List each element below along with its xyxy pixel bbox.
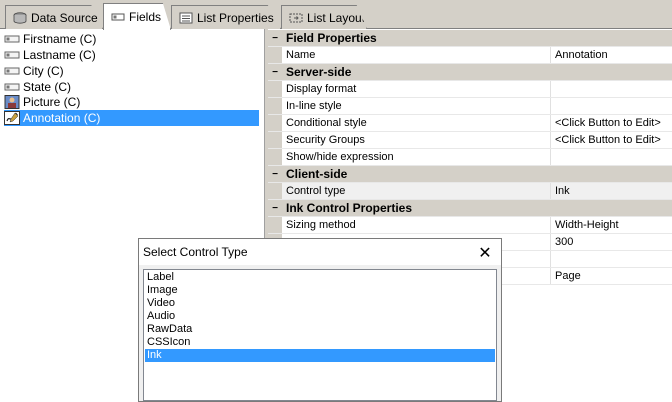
property-name: Display format [282, 81, 551, 97]
field-item-city[interactable]: City (C) [4, 63, 64, 79]
property-value[interactable] [551, 98, 672, 114]
tab-list-properties[interactable]: List Properties [171, 5, 281, 29]
collapse-toggle[interactable]: − [268, 30, 282, 46]
list-item-cssicon[interactable]: CSSIcon [145, 336, 495, 349]
dialog-body: Label Image Video Audio RawData CSSIcon … [139, 265, 501, 401]
tab-label: Fields [129, 10, 162, 24]
database-icon [13, 11, 27, 24]
property-value[interactable]: Width-Height [551, 217, 672, 233]
text-field-icon [4, 80, 20, 94]
field-item-picture[interactable]: Picture (C) [4, 94, 80, 110]
fields-icon [111, 11, 125, 23]
close-icon[interactable]: ✕ [475, 242, 495, 262]
category-label: Field Properties [286, 31, 377, 45]
control-type-listbox[interactable]: Label Image Video Audio RawData CSSIcon … [143, 269, 497, 401]
list-item-ink[interactable]: Ink [145, 349, 495, 362]
field-label: Firstname (C) [23, 32, 97, 46]
dialog-title: Select Control Type [143, 245, 248, 259]
list-item-video[interactable]: Video [145, 297, 495, 310]
collapse-toggle[interactable]: − [268, 64, 282, 80]
property-row-security-groups[interactable]: Security Groups <Click Button to Edit> [268, 132, 672, 149]
ink-field-icon [4, 111, 20, 125]
field-item-annotation[interactable]: Annotation (C) [4, 110, 259, 126]
tab-label: List Properties [197, 10, 274, 25]
property-value[interactable] [551, 251, 672, 267]
tab-label: Data Source [31, 10, 98, 25]
picture-field-icon [4, 95, 20, 109]
property-value[interactable]: <Click Button to Edit> [551, 115, 672, 131]
properties-icon [179, 12, 193, 24]
field-item-lastname[interactable]: Lastname (C) [4, 47, 96, 63]
collapse-toggle[interactable]: − [268, 166, 282, 182]
collapse-toggle[interactable]: − [268, 200, 282, 216]
category-label: Server-side [286, 65, 352, 79]
tab-fields[interactable]: Fields [103, 3, 171, 30]
list-item-image[interactable]: Image [145, 284, 495, 297]
property-row-show-hide-expression[interactable]: Show/hide expression [268, 149, 672, 166]
field-label: City (C) [23, 64, 64, 78]
text-field-icon [4, 48, 20, 62]
field-item-firstname[interactable]: Firstname (C) [4, 31, 96, 47]
property-name: Name [282, 47, 551, 63]
field-label: Lastname (C) [23, 48, 96, 62]
field-label: Annotation (C) [23, 111, 101, 125]
property-name: Sizing method [282, 217, 551, 233]
list-item-audio[interactable]: Audio [145, 310, 495, 323]
property-row-control-type[interactable]: Control type Ink [268, 183, 672, 200]
tab-strip: Data Source Fields List Properties List … [0, 0, 672, 30]
property-value[interactable]: Page [551, 268, 672, 284]
property-value[interactable]: 300 [551, 234, 672, 250]
property-value[interactable]: Ink [551, 183, 672, 199]
property-value[interactable] [551, 149, 672, 165]
property-row-sizing-method[interactable]: Sizing method Width-Height [268, 217, 672, 234]
property-value[interactable]: Annotation [551, 47, 672, 63]
category-field-properties[interactable]: − Field Properties [268, 30, 672, 47]
property-name: Show/hide expression [282, 149, 551, 165]
field-label: State (C) [23, 80, 72, 94]
layout-icon [289, 12, 303, 24]
field-item-state[interactable]: State (C) [4, 79, 71, 95]
list-item-rawdata[interactable]: RawData [145, 323, 495, 336]
property-row-conditional-style[interactable]: Conditional style <Click Button to Edit> [268, 115, 672, 132]
property-row-inline-style[interactable]: In-line style [268, 98, 672, 115]
tab-label: List Layout [307, 10, 366, 25]
select-control-type-dialog: Select Control Type ✕ Label Image Video … [138, 238, 502, 402]
property-name: Conditional style [282, 115, 551, 131]
category-label: Ink Control Properties [286, 201, 413, 215]
category-label: Client-side [286, 167, 348, 181]
category-server-side[interactable]: − Server-side [268, 64, 672, 81]
field-label: Picture (C) [23, 95, 81, 109]
property-name: Security Groups [282, 132, 551, 148]
category-client-side[interactable]: − Client-side [268, 166, 672, 183]
text-field-icon [4, 64, 20, 78]
category-ink-control-properties[interactable]: − Ink Control Properties [268, 200, 672, 217]
property-name: In-line style [282, 98, 551, 114]
property-row-display-format[interactable]: Display format [268, 81, 672, 98]
property-row-name[interactable]: Name Annotation [268, 47, 672, 64]
tab-data-source[interactable]: Data Source [5, 5, 103, 29]
list-item-label[interactable]: Label [145, 271, 495, 284]
property-value[interactable]: <Click Button to Edit> [551, 132, 672, 148]
tab-list-layout[interactable]: List Layout [281, 5, 367, 29]
text-field-icon [4, 32, 20, 46]
property-name: Control type [282, 183, 551, 199]
property-value[interactable] [551, 81, 672, 97]
